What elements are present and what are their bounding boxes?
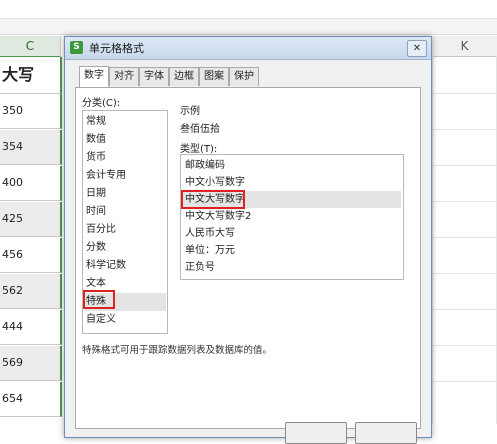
category-label: 分类(C):: [82, 98, 121, 109]
cancel-button[interactable]: [355, 422, 417, 444]
table-row[interactable]: 354: [0, 130, 62, 165]
list-item[interactable]: 中文大写数字2: [183, 208, 401, 225]
table-row[interactable]: 569: [0, 346, 62, 381]
number-tab-panel: 分类(C): 常规 数值 货币 会计专用 日期 时间 百分比 分数 科学记数 文…: [75, 87, 421, 429]
example-label: 示例: [180, 106, 200, 117]
list-item[interactable]: 自定义: [85, 311, 166, 329]
list-item[interactable]: 会计专用: [85, 167, 166, 185]
formula-bar[interactable]: [0, 0, 497, 19]
table-row[interactable]: 425: [0, 202, 62, 237]
table-row[interactable]: 400: [0, 166, 62, 201]
gridline: [432, 201, 497, 202]
table-row[interactable]: 562: [0, 274, 62, 309]
ok-button[interactable]: [285, 422, 347, 444]
list-item[interactable]: 常规: [85, 113, 166, 131]
table-row[interactable]: 654: [0, 382, 62, 417]
highlight-box: [181, 190, 245, 209]
gridline: [432, 237, 497, 238]
list-item[interactable]: 单位：万元: [183, 242, 401, 259]
gridline: [432, 381, 497, 382]
example-group: 示例 叁佰伍拾: [174, 102, 410, 135]
category-list[interactable]: 常规 数值 货币 会计专用 日期 时间 百分比 分数 科学记数 文本 特殊 自定…: [82, 110, 168, 334]
app-logo-icon: S: [70, 41, 83, 54]
table-row[interactable]: 350: [0, 94, 62, 129]
list-item[interactable]: 科学记数: [85, 257, 166, 275]
column-header-c[interactable]: C: [0, 36, 61, 58]
tab-font[interactable]: 字体: [139, 67, 169, 86]
toolbar-area: [0, 0, 497, 35]
tab-alignment[interactable]: 对齐: [109, 67, 139, 86]
list-item[interactable]: 货币: [85, 149, 166, 167]
example-value: 叁佰伍拾: [180, 124, 220, 135]
list-item[interactable]: 人民币大写: [183, 225, 401, 242]
type-label: 类型(T):: [180, 144, 218, 155]
dialog-title: 单元格格式: [89, 42, 144, 55]
table-row[interactable]: 444: [0, 310, 62, 345]
gridline: [432, 345, 497, 346]
format-description: 特殊格式可用于跟踪数据列表及数据库的值。: [82, 345, 273, 356]
list-item[interactable]: 数值: [85, 131, 166, 149]
list-item[interactable]: 日期: [85, 185, 166, 203]
gridline: [432, 273, 497, 274]
list-item[interactable]: 分数: [85, 239, 166, 257]
tab-number[interactable]: 数字: [79, 66, 109, 87]
table-row[interactable]: 456: [0, 238, 62, 273]
gridline: [432, 129, 497, 130]
dialog-titlebar[interactable]: S 单元格格式 ✕: [65, 37, 431, 60]
highlight-box: [83, 290, 115, 309]
list-item[interactable]: 百分比: [85, 221, 166, 239]
tab-pattern[interactable]: 图案: [199, 67, 229, 86]
list-item[interactable]: 正负号: [183, 259, 401, 276]
list-item[interactable]: 时间: [85, 203, 166, 221]
header-cell[interactable]: 大写: [0, 57, 62, 94]
format-cells-dialog: S 单元格格式 ✕ 数字 对齐 字体 边框 图案 保护 分类(C): 常规 数值…: [64, 36, 432, 444]
type-list[interactable]: 邮政编码 中文小写数字 中文大写数字 中文大写数字2 人民币大写 单位：万元 正…: [180, 154, 404, 280]
gridline: [432, 165, 497, 166]
column-header-k[interactable]: K: [432, 36, 497, 57]
tab-border[interactable]: 边框: [169, 67, 199, 86]
tab-protection[interactable]: 保护: [229, 67, 259, 86]
list-item[interactable]: 邮政编码: [183, 157, 401, 174]
gridline: [432, 93, 497, 94]
gridline: [432, 56, 433, 424]
list-item[interactable]: 中文小写数字: [183, 174, 401, 191]
close-icon[interactable]: ✕: [407, 40, 427, 57]
gridline: [432, 309, 497, 310]
